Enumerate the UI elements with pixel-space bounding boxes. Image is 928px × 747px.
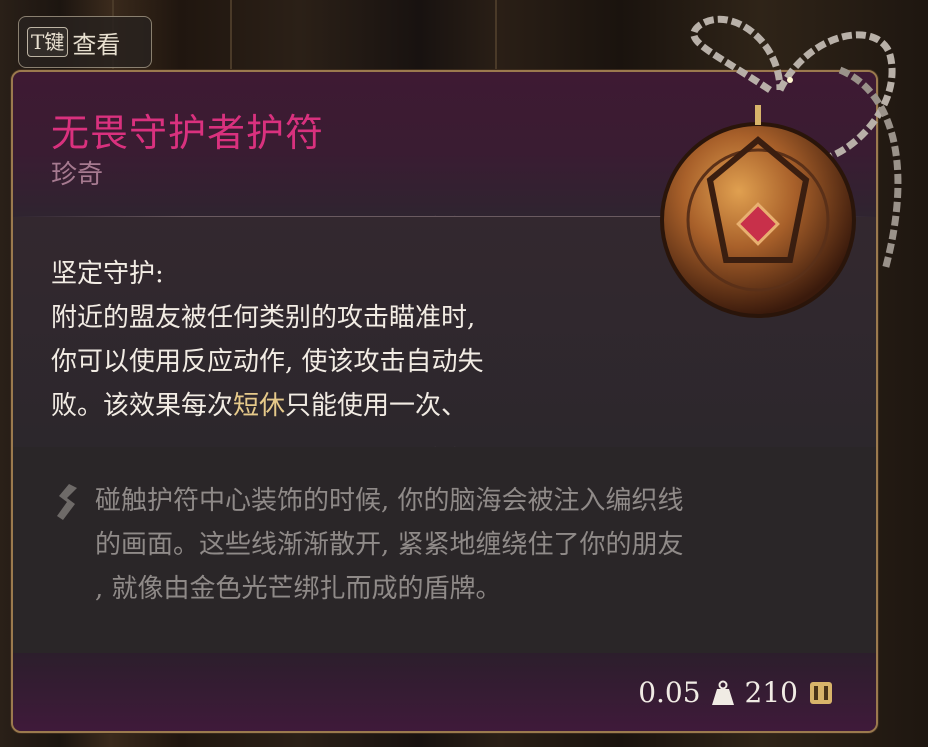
weight-icon (711, 680, 734, 705)
tooltip-footer: 0.05 210 (13, 653, 876, 731)
inspect-label: 查看 (72, 30, 121, 59)
flavor-line: 碰触护符中心装饰的时候, 你的脑海会被注入编织线 (95, 486, 684, 516)
item-rarity: 珍奇 (51, 160, 104, 190)
short-rest-keyword[interactable]: 短休 (233, 391, 285, 421)
item-value: 210 (744, 676, 798, 709)
effect-title: 坚定守护: (51, 259, 164, 289)
effect-line: 你可以使用反应动作, 使该攻击自动失 (51, 347, 484, 377)
flavor-text: 碰触护符中心装饰的时候, 你的脑海会被注入编织线 的画面。这些线渐渐散开, 紧紧… (95, 479, 835, 611)
flavor-line: , 就像由金色光芒绑扎而成的盾牌。 (95, 574, 502, 604)
key-cap: T键 (27, 27, 69, 57)
gold-icon (810, 681, 832, 704)
amulet-image (660, 15, 902, 318)
item-weight: 0.05 (638, 676, 701, 709)
item-name: 无畏守护者护符 (51, 111, 325, 155)
flavor-line: 的画面。这些线渐渐散开, 紧紧地缠绕住了你的朋友 (95, 530, 684, 560)
inspect-key-hint[interactable]: T键 查看 (18, 16, 152, 68)
effect-line: 败。该效果每次短休只能使用一次、 (51, 391, 468, 421)
item-stats: 0.05 210 (638, 676, 834, 709)
effect-text: 坚定守护: 附近的盟友被任何类别的攻击瞄准时, 你可以使用反应动作, 使该攻击自… (51, 252, 611, 428)
flavor-quill-icon (57, 484, 77, 520)
flavor-section: 碰触护符中心装饰的时候, 你的脑海会被注入编织线 的画面。这些线渐渐散开, 紧紧… (13, 447, 876, 659)
effect-line: 附近的盟友被任何类别的攻击瞄准时, (51, 303, 476, 333)
